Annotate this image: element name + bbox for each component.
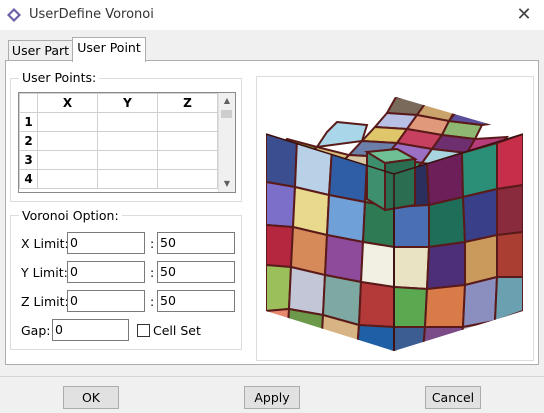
- tab-user-part[interactable]: User Part: [8, 40, 73, 62]
- tab-label: User Point: [77, 40, 141, 55]
- tab-label: User Part: [11, 43, 70, 58]
- ok-button[interactable]: OK: [63, 386, 119, 409]
- apply-button[interactable]: Apply: [244, 386, 300, 409]
- row-header: 4: [19, 169, 38, 189]
- voronoi-option-label: Voronoi Option:: [19, 208, 122, 223]
- x-limit-label: X Limit:: [21, 236, 69, 251]
- y-limit-separator: :: [150, 265, 155, 280]
- y-limit-min-input[interactable]: 0: [67, 261, 145, 283]
- cell-set-label[interactable]: Cell Set: [153, 323, 201, 338]
- y-limit-max-input[interactable]: 50: [157, 261, 235, 283]
- title-bar: UserDefine Voronoi ✕: [0, 0, 544, 30]
- cell-x[interactable]: [37, 112, 98, 132]
- cell-z[interactable]: [157, 150, 218, 170]
- cell-set-checkbox[interactable]: [137, 324, 150, 337]
- cell-z[interactable]: [157, 112, 218, 132]
- cell-x[interactable]: [37, 150, 98, 170]
- scroll-up-icon[interactable]: ▲: [219, 93, 235, 109]
- gap-input[interactable]: 0: [52, 319, 129, 341]
- row-header: 1: [19, 112, 38, 132]
- y-limit-label: Y Limit:: [21, 265, 68, 280]
- row-header: 3: [19, 150, 38, 170]
- scroll-down-icon[interactable]: ▼: [219, 176, 235, 192]
- cell-x[interactable]: [37, 131, 98, 151]
- column-header-z: Z: [157, 93, 218, 113]
- table-scrollbar[interactable]: ▲ ▼: [218, 93, 235, 192]
- scroll-thumb[interactable]: [221, 110, 232, 118]
- footer-separator: [0, 376, 544, 377]
- corner-cell: [19, 93, 38, 113]
- table-row: 2: [19, 131, 218, 151]
- x-limit-max-input[interactable]: 50: [157, 232, 235, 254]
- voronoi-preview: [256, 76, 534, 361]
- window-title: UserDefine Voronoi: [29, 7, 154, 22]
- user-points-label: User Points:: [19, 70, 100, 85]
- user-points-table[interactable]: X Y Z 1 2 3 4 ▲ ▼: [18, 92, 236, 193]
- cell-z[interactable]: [157, 169, 218, 189]
- cancel-button[interactable]: Cancel: [425, 386, 481, 409]
- z-limit-min-input[interactable]: 0: [67, 290, 145, 312]
- x-limit-min-input[interactable]: 0: [67, 232, 145, 254]
- cell-y[interactable]: [97, 169, 158, 189]
- voronoi-app-icon: [7, 8, 21, 22]
- row-header: 2: [19, 131, 38, 151]
- table-row: 1: [19, 112, 218, 132]
- cell-y[interactable]: [97, 150, 158, 170]
- tab-user-point[interactable]: User Point: [72, 37, 146, 62]
- voronoi-cube-image: [265, 97, 524, 351]
- z-limit-separator: :: [150, 294, 155, 309]
- gap-label: Gap:: [21, 323, 51, 338]
- table-header-row: X Y Z: [19, 93, 218, 113]
- cell-x[interactable]: [37, 169, 98, 189]
- table-row: 4: [19, 169, 218, 189]
- z-limit-label: Z Limit:: [21, 294, 69, 309]
- close-icon[interactable]: ✕: [513, 4, 535, 26]
- table-row: 3: [19, 150, 218, 170]
- cell-z[interactable]: [157, 131, 218, 151]
- column-header-x: X: [37, 93, 98, 113]
- column-header-y: Y: [97, 93, 158, 113]
- cell-y[interactable]: [97, 112, 158, 132]
- z-limit-max-input[interactable]: 50: [157, 290, 235, 312]
- x-limit-separator: :: [150, 236, 155, 251]
- cell-y[interactable]: [97, 131, 158, 151]
